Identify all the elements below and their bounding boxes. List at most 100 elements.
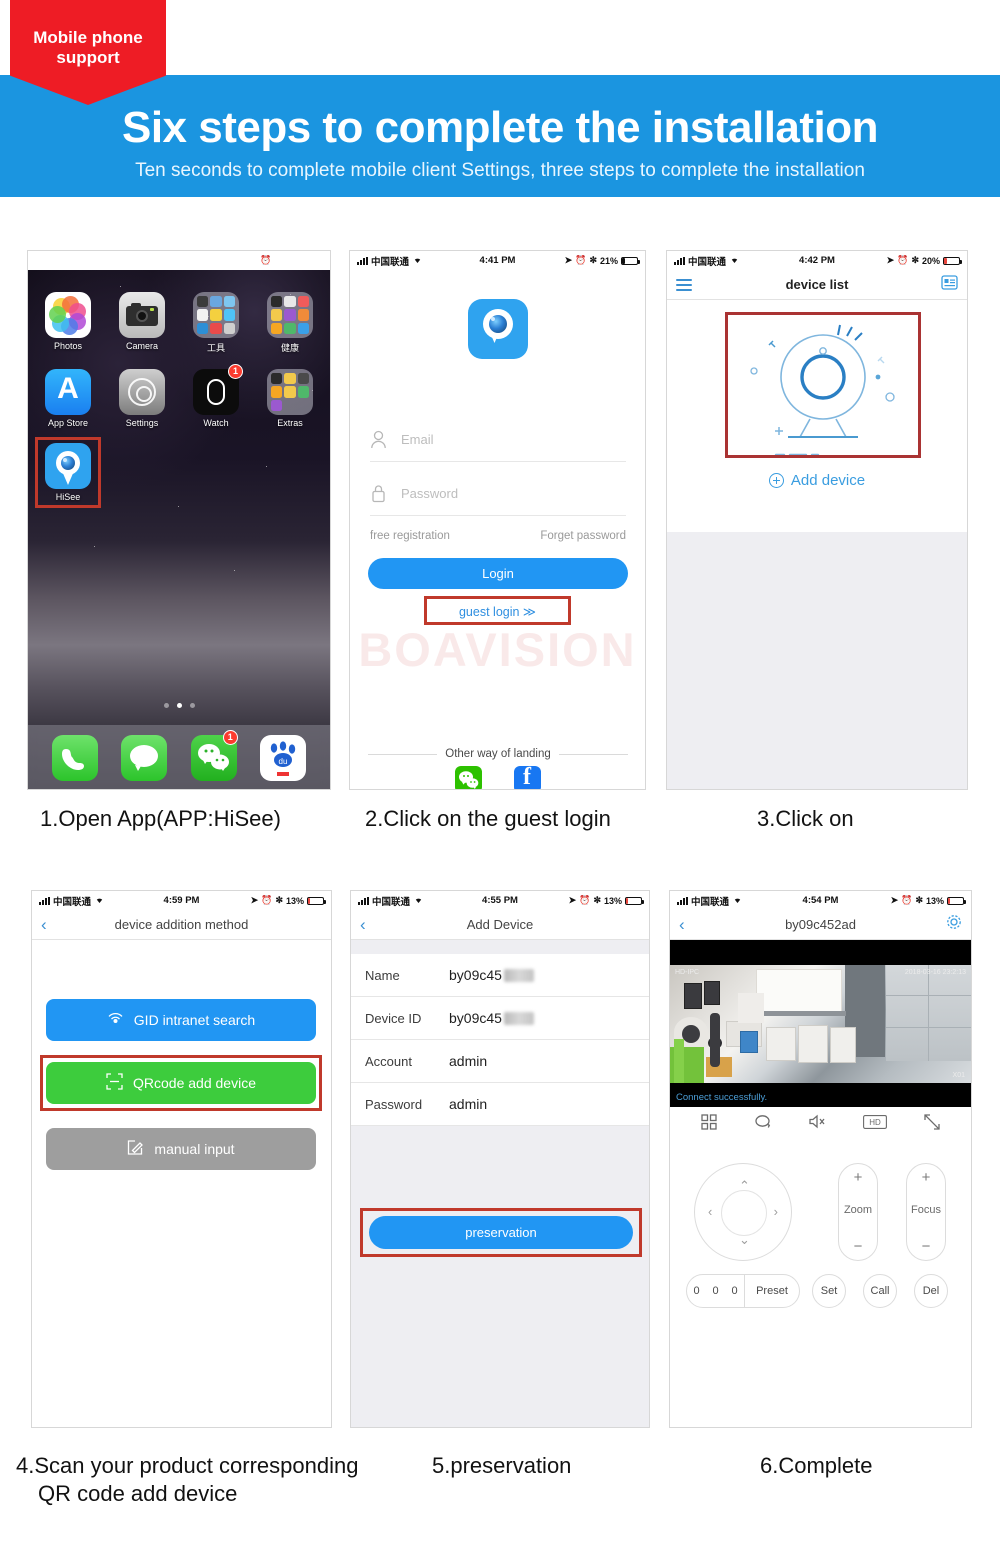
ptz-down-arrow[interactable]: ⌄: [739, 1232, 750, 1248]
mute-icon[interactable]: [808, 1114, 826, 1134]
ptz-left-arrow[interactable]: ‹: [708, 1204, 712, 1219]
dock-app-baidu[interactable]: du: [260, 735, 307, 781]
app-tools-folder[interactable]: 工具: [190, 292, 242, 354]
field-value: by09c45: [449, 967, 534, 983]
nav-title: device addition method: [114, 917, 249, 932]
app-watch[interactable]: 1 Watch: [190, 364, 243, 428]
zoom-control[interactable]: + Zoom −: [838, 1163, 878, 1261]
app-settings[interactable]: Settings: [116, 369, 168, 428]
login-button[interactable]: Login: [368, 558, 628, 589]
qrcode-scan-icon: [106, 1073, 123, 1093]
form-row-name[interactable]: Name by09c45: [351, 954, 649, 997]
grid-view-icon[interactable]: [700, 1113, 717, 1135]
add-device-button[interactable]: Add device: [667, 472, 967, 489]
app-extras-folder[interactable]: Extras: [264, 369, 316, 428]
rotate-icon[interactable]: [754, 1114, 771, 1134]
ptz-center[interactable]: [721, 1190, 767, 1236]
caption-step-4: 4.Scan your product corresponding QR cod…: [16, 1452, 358, 1508]
form-row-account[interactable]: Account admin: [351, 1040, 649, 1083]
zoom-plus-button[interactable]: +: [854, 1170, 863, 1185]
preset-input-group[interactable]: 0 0 0 Preset: [686, 1274, 800, 1308]
ribbon-line-1: Mobile phone: [33, 28, 143, 47]
add-device-label: Add device: [790, 472, 866, 489]
forget-password-link[interactable]: Forget password: [540, 530, 626, 542]
ptz-up-arrow[interactable]: ⌃: [739, 1178, 750, 1194]
field-value-text: by09c45: [449, 1010, 502, 1026]
wechat-icon[interactable]: [454, 766, 482, 789]
focus-minus-button[interactable]: −: [922, 1239, 931, 1254]
ptz-right-arrow[interactable]: ›: [774, 1204, 778, 1219]
video-osd-corner: X01: [952, 1072, 965, 1079]
dock-app-phone[interactable]: [51, 735, 98, 781]
pencil-square-icon: [127, 1139, 144, 1159]
dock-app-wechat[interactable]: 1: [190, 730, 238, 781]
button-label: GID intranet search: [133, 1012, 256, 1028]
page-title: Six steps to complete the installation: [121, 103, 879, 152]
password-field[interactable]: Password: [370, 472, 626, 516]
password-placeholder: Password: [401, 486, 459, 501]
hisee-icon: [45, 443, 91, 489]
video-player[interactable]: HD-IPC 2018-03-16 23:2:13 X01 Connect su…: [670, 940, 971, 1107]
form-row-device-id[interactable]: Device ID by09c45: [351, 997, 649, 1040]
highlight-box-camera-placeholder[interactable]: [725, 312, 921, 459]
notification-badge: 1: [222, 730, 238, 745]
app-photos[interactable]: Photos: [42, 292, 94, 354]
gear-icon: [119, 369, 165, 415]
ptz-joystick[interactable]: ⌃ ⌄ ‹ ›: [694, 1163, 792, 1261]
del-button[interactable]: Del: [914, 1274, 948, 1308]
app-row-3: HiSee: [35, 437, 316, 508]
email-field[interactable]: Email: [370, 418, 626, 462]
gid-intranet-search-button[interactable]: GID intranet search: [46, 999, 316, 1041]
app-label: Camera: [125, 341, 158, 351]
guest-login-link[interactable]: guest login ≫: [350, 604, 645, 619]
set-button[interactable]: Set: [812, 1274, 846, 1308]
focus-plus-button[interactable]: +: [922, 1170, 931, 1185]
zoom-minus-button[interactable]: −: [854, 1239, 863, 1254]
fullscreen-icon[interactable]: [924, 1113, 940, 1135]
phone-screenshot-5: 中国联通 4:55 PM ➤ ⏰ ✼ 13% ‹ Add Device Name: [350, 890, 650, 1428]
hd-quality-icon[interactable]: HD: [863, 1114, 888, 1134]
ribbon-text: Mobile phone support: [10, 28, 166, 68]
chevron-left-icon[interactable]: ‹: [679, 916, 685, 933]
app-health-folder[interactable]: 健康: [264, 292, 316, 354]
status-bar: 中国联通 4:41 PM ➤ ⏰ ✼ 21%: [350, 251, 645, 270]
focus-control[interactable]: + Focus −: [906, 1163, 946, 1261]
battery-icon: [306, 256, 325, 265]
svg-text:HD: HD: [869, 1118, 881, 1127]
caption-step-1: 1.Open App(APP:HiSee): [40, 806, 281, 831]
caption-step-4-line-1: 4.Scan your product corresponding: [16, 1453, 359, 1478]
app-hisee[interactable]: HiSee: [35, 437, 101, 508]
preset-digit-1[interactable]: 0: [687, 1285, 706, 1297]
app-camera[interactable]: Camera: [116, 292, 168, 354]
divider-line: [368, 753, 438, 755]
device-card-icon[interactable]: [941, 274, 958, 295]
wifi-signal-icon: [107, 1012, 124, 1029]
notification-badge: 1: [228, 364, 243, 379]
hisee-icon: [467, 299, 528, 359]
free-registration-link[interactable]: free registration: [370, 530, 450, 542]
phone-screenshot-2: 中国联通 4:41 PM ➤ ⏰ ✼ 21% BOAVISION Email P…: [349, 250, 646, 790]
chevron-left-icon[interactable]: ‹: [41, 916, 47, 933]
gear-icon[interactable]: [946, 914, 962, 935]
battery-icon: [625, 896, 644, 905]
preset-digit-2[interactable]: 0: [706, 1285, 725, 1297]
facebook-icon[interactable]: [513, 764, 541, 789]
manual-input-button[interactable]: manual input: [46, 1128, 316, 1170]
status-bar: 中国联通 4:42 PM ➤ ⏰ ✼ 20%: [667, 251, 967, 270]
dock-app-messages[interactable]: [121, 735, 168, 781]
ios-dock: 1 du: [28, 725, 330, 789]
app-label: App Store: [47, 418, 89, 428]
chevron-left-icon[interactable]: ‹: [360, 916, 366, 933]
phone-screenshot-3: 中国联通 4:42 PM ➤ ⏰ ✼ 20% device list Add d…: [666, 250, 968, 790]
call-button[interactable]: Call: [863, 1274, 897, 1308]
preset-digit-3[interactable]: 0: [725, 1285, 744, 1297]
field-value-text: admin: [449, 1053, 488, 1069]
add-device-form-screen: Name by09c45 Device ID by09c45 Account a…: [351, 940, 649, 1427]
hamburger-icon[interactable]: [676, 278, 692, 291]
form-row-password[interactable]: Password admin: [351, 1083, 649, 1126]
preservation-button[interactable]: preservation: [369, 1216, 633, 1249]
app-icon-grid: Photos Camera 工具 健康 A App Store Settings…: [28, 292, 330, 517]
qrcode-add-device-button[interactable]: QRcode add device: [46, 1062, 316, 1104]
app-app-store[interactable]: App Store: [42, 369, 94, 428]
nav-title: Add Device: [466, 917, 534, 932]
